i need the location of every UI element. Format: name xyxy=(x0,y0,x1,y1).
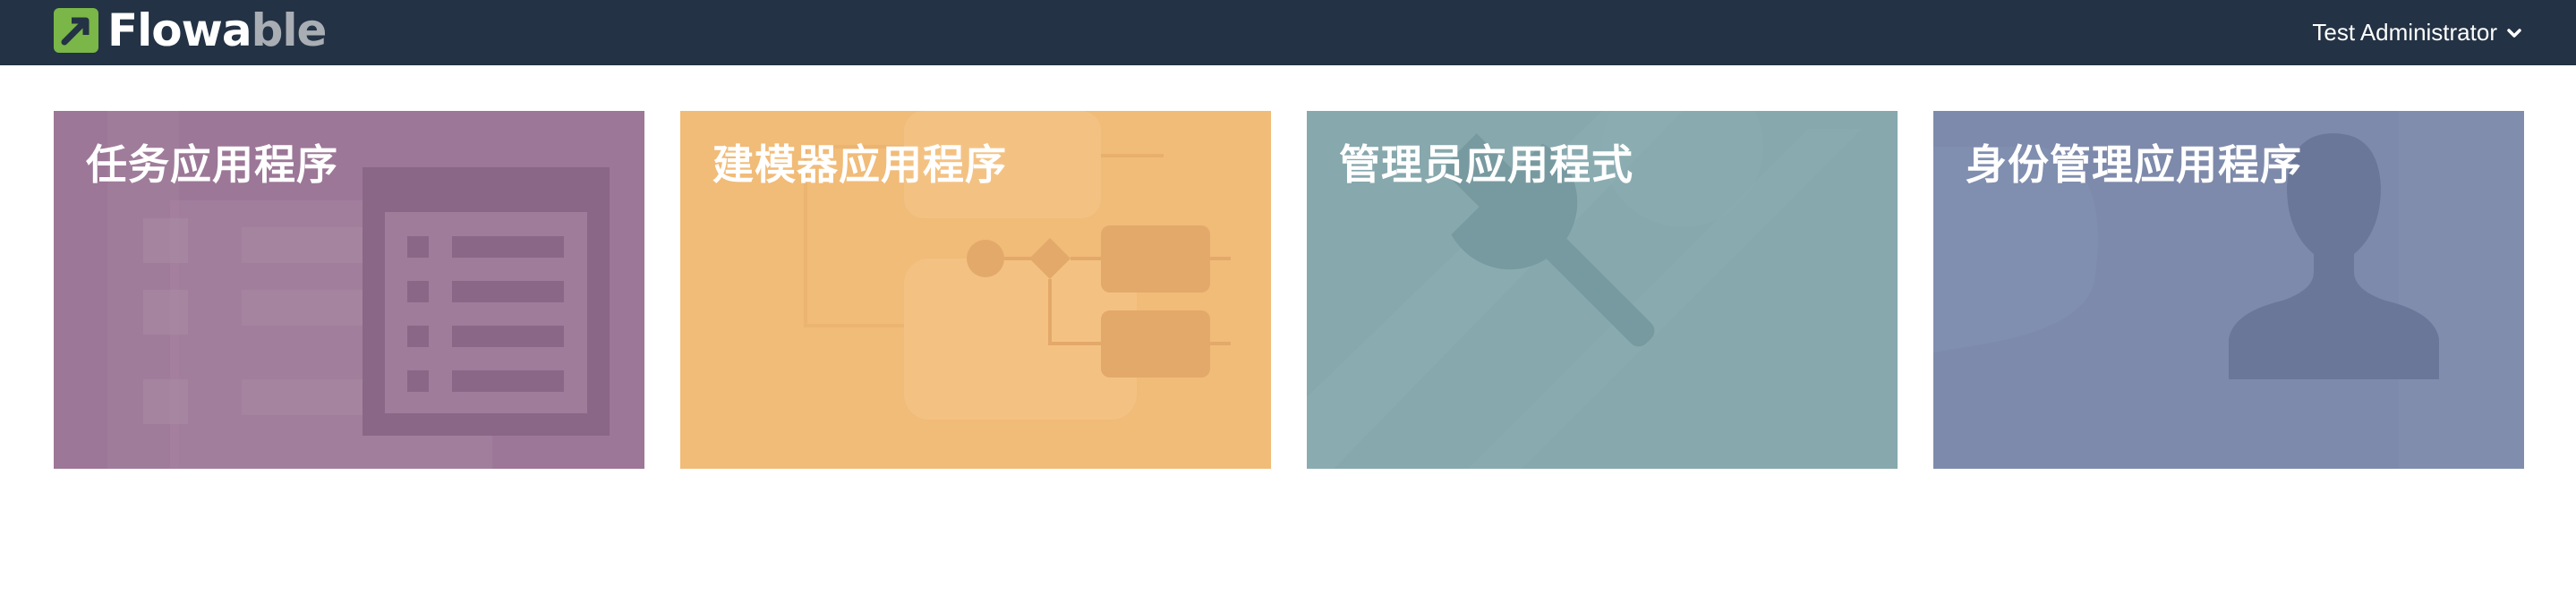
app-tile-title: 任务应用程序 xyxy=(86,140,338,189)
flowable-logo[interactable]: Flowable xyxy=(54,4,327,56)
user-name: Test Administrator xyxy=(2312,19,2497,46)
app-tile-task[interactable]: 任务应用程序 xyxy=(54,111,644,469)
app-tile-title: 管理员应用程式 xyxy=(1339,140,1633,189)
app-tile-identity[interactable]: 身份管理应用程序 xyxy=(1933,111,2524,469)
top-navbar: Flowable Test Administrator xyxy=(0,0,2576,65)
logo-wordmark: Flowable xyxy=(107,4,327,56)
flowable-logo-icon xyxy=(54,8,98,53)
app-tile-modeler[interactable]: 建模器应用程序 xyxy=(680,111,1271,469)
user-menu-dropdown[interactable]: Test Administrator xyxy=(2312,0,2522,65)
app-tile-title: 建模器应用程序 xyxy=(712,140,1007,189)
app-tile-admin[interactable]: 管理员应用程式 xyxy=(1307,111,1898,469)
chevron-down-icon xyxy=(2507,28,2521,38)
app-tile-title: 身份管理应用程序 xyxy=(1966,140,2302,189)
